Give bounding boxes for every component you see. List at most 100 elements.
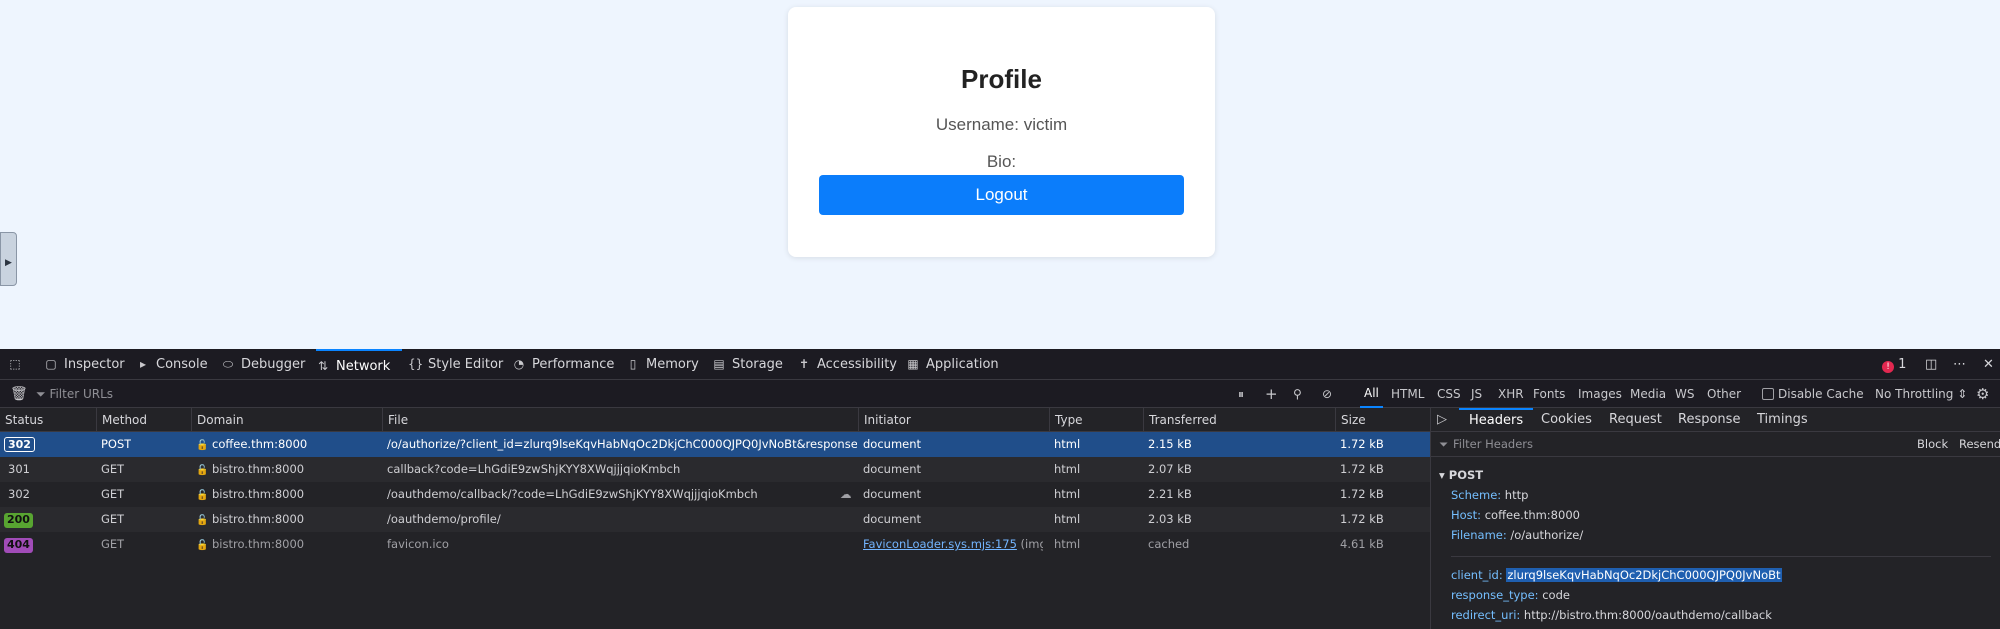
insecure-lock-icon: 🔓 [196,515,209,526]
tab-accessibility[interactable]: ✝ Accessibility [797,349,897,380]
filter-js[interactable]: JS [1471,380,1482,408]
filter-ws[interactable]: WS [1675,380,1694,408]
table-row[interactable]: 301 GET 🔓 bistro.thm:8000 callback?code=L… [0,457,1430,482]
col-status[interactable]: Status [0,408,43,432]
insecure-lock-icon: 🔓 [196,540,209,551]
col-method[interactable]: Method [96,408,147,432]
pause-icon[interactable]: ⏸ [1238,380,1244,408]
initiator-link[interactable]: FaviconLoader.sys.mjs:175 [863,537,1017,551]
table-row[interactable]: 302 POST 🔓 coffee.thm:8000 /o/authorize/?… [0,432,1430,457]
search-icon[interactable]: ⚲ [1293,380,1302,408]
col-initiator[interactable]: Initiator [858,408,911,432]
filter-images[interactable]: Images [1578,380,1622,408]
chevron-down-icon: ▾ [1439,468,1449,482]
client-id-row: client_id: zlurq9lseKqvHabNqOc2DkjChC000… [1451,568,1782,582]
throttling-select[interactable]: No Throttling ⇕ [1875,380,1967,408]
expand-arrow-icon: ▶ [5,257,12,267]
method-cell: GET [101,537,125,551]
domain-cell: 🔓 bistro.thm:8000 [196,482,376,507]
domain-cell: 🔓 bistro.thm:8000 [196,507,376,532]
tab-request[interactable]: Request [1609,408,1662,432]
tab-console[interactable]: ▸ Console [136,349,208,380]
tab-application[interactable]: ▦ Application [906,349,998,380]
filter-xhr[interactable]: XHR [1498,380,1524,408]
profile-title: Profile [961,64,1042,94]
redirect-uri-row: redirect_uri: http://bistro.thm:8000/oau… [1451,608,1772,622]
filter-fonts[interactable]: Fonts [1533,380,1565,408]
method-cell: GET [101,512,125,526]
table-row[interactable]: 302 GET 🔓 bistro.thm:8000 /oauthdemo/call… [0,482,1430,507]
file-cell: /oauthdemo/callback/?code=LhGdiE9zwShjKY… [387,487,758,501]
file-cell: favicon.ico [387,537,449,551]
checkbox-box [1762,388,1774,400]
filter-urls-input[interactable]: ⏷ Filter URLs [36,380,113,408]
col-transferred[interactable]: Transferred [1143,408,1217,432]
add-icon[interactable]: + [1265,380,1278,408]
col-domain[interactable]: Domain [191,408,244,432]
sidebar-handle[interactable]: ▶ [0,232,17,286]
filter-all[interactable]: All [1360,380,1383,408]
method-cell: POST [101,437,132,451]
tab-memory[interactable]: ▯ Memory [626,349,699,380]
logout-button[interactable]: Logout [819,175,1184,215]
col-file[interactable]: File [382,408,408,432]
close-icon[interactable]: ✕ [1983,349,1994,380]
tracking-icon: ☁ [840,487,852,501]
web-page: Profile Username: victim Bio: Logout ▶ [0,0,2000,349]
file-cell: /oauthdemo/profile/ [387,512,501,526]
transferred-cell: 2.21 kB [1148,487,1192,501]
error-count[interactable]: ! 1 [1882,349,1906,380]
dock-side-icon[interactable]: ◫ [1925,349,1937,380]
settings-gear-icon[interactable]: ⚙ [1976,380,1989,408]
accessibility-icon: ✝ [798,357,810,371]
trash-icon[interactable]: 🗑 [10,380,28,408]
size-cell: 1.72 kB [1340,437,1384,451]
tab-response[interactable]: Response [1678,408,1740,432]
scheme-row: Scheme: http [1451,488,1529,502]
insecure-lock-icon: 🔓 [196,490,209,501]
filename-row: Filename: /o/authorize/ [1451,528,1584,542]
element-picker-icon[interactable]: ⬚ [8,349,28,380]
filter-other[interactable]: Other [1707,380,1741,408]
username-text: Username: victim [935,115,1068,134]
status-badge: 200 [4,513,33,528]
devtools-panel: ⬚ ▢ Inspector ▸ Console ⬭ Debugger ⇅ Network… [0,349,2000,629]
insecure-lock-icon: 🔓 [196,440,209,451]
more-options-icon[interactable]: ⋯ [1953,349,1966,380]
block-icon[interactable]: ⊘ [1322,380,1332,408]
filter-html[interactable]: HTML [1391,380,1424,408]
tab-storage[interactable]: ▤ Storage [712,349,783,380]
resend-button[interactable]: Resend [1959,437,2000,451]
divider [1451,556,1991,557]
col-type[interactable]: Type [1049,408,1083,432]
toggle-panel-icon[interactable]: ▷ [1437,408,1447,432]
tab-inspector[interactable]: ▢ Inspector [44,349,124,380]
bio-text: Bio: [986,152,1017,171]
tab-performance[interactable]: ◔ Performance [512,349,615,380]
table-row[interactable]: 404 GET 🔓 bistro.thm:8000 favicon.ico Fav… [0,532,1430,557]
filter-media[interactable]: Media [1630,380,1666,408]
memory-icon: ▯ [629,357,637,371]
post-section-toggle[interactable]: ▾ POST [1439,468,1483,482]
tab-debugger[interactable]: ⬭ Debugger [221,349,305,380]
tab-headers[interactable]: Headers [1459,408,1534,432]
col-size[interactable]: Size [1335,408,1366,432]
network-filter-bar: 🗑 ⏷ Filter URLs ⏸ + ⚲ ⊘ All HTML CSS JS … [0,380,2000,408]
type-cell: html [1054,437,1081,451]
table-row[interactable]: 200 GET 🔓 bistro.thm:8000 /oauthdemo/prof… [0,507,1430,532]
file-cell: callback?code=LhGdiE9zwShjKYY8XWqjjjqioK… [387,462,681,476]
initiator-cell: document [863,462,922,476]
tab-style-editor[interactable]: {} Style Editor [408,349,503,380]
tab-network[interactable]: ⇅ Network [316,349,403,380]
filter-css[interactable]: CSS [1437,380,1461,408]
tab-timings[interactable]: Timings [1757,408,1808,432]
insecure-lock-icon: 🔓 [196,465,209,476]
status-badge: 301 [8,462,30,476]
type-cell: html [1054,462,1081,476]
disable-cache-checkbox[interactable]: Disable Cache [1762,380,1864,408]
tab-cookies[interactable]: Cookies [1541,408,1592,432]
filter-headers-input[interactable]: ⏷ Filter Headers Block Resend [1431,432,2000,457]
block-button[interactable]: Block [1917,437,1948,451]
type-cell: html [1054,537,1081,551]
size-cell: 1.72 kB [1340,487,1384,501]
